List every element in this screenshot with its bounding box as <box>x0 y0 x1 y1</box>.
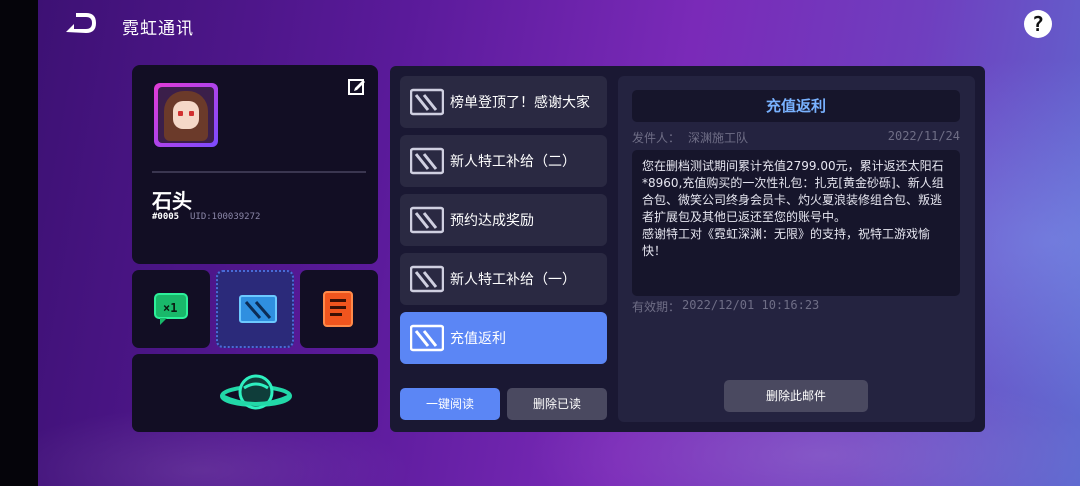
mail-item-label: 榜单登顶了！感谢大家 <box>450 95 590 111</box>
notebook-icon <box>323 291 353 327</box>
profile-divider <box>152 171 366 173</box>
player-uid: UID:100039272 <box>190 212 261 222</box>
mail-item[interactable]: 新人特工补给（二） <box>400 135 607 187</box>
svg-text:×1: ×1 <box>163 301 177 315</box>
mail-item[interactable]: 榜单登顶了！感谢大家 <box>400 76 607 128</box>
chat-tile[interactable]: ×1 <box>132 270 210 348</box>
profile-card: 石头 #0005 UID:100039272 <box>132 65 378 264</box>
mail-detail-title: 充值返利 <box>632 90 960 122</box>
player-name: 石头 <box>152 189 192 213</box>
mail-envelope-icon <box>239 295 277 323</box>
avatar[interactable] <box>154 83 218 147</box>
player-tag: #0005 <box>152 212 180 222</box>
back-arrow-icon[interactable] <box>64 12 96 34</box>
page-title: 霓虹通讯 <box>122 19 194 39</box>
sender-label: 发件人： <box>632 131 681 145</box>
edit-icon[interactable] <box>348 77 366 95</box>
mail-item-selected[interactable]: 充值返利 <box>400 312 607 364</box>
mail-envelope-icon <box>410 206 444 234</box>
mail-body: 您在删档测试期间累计充值2799.00元，累计返还太阳石*8960,充值购买的一… <box>632 150 960 296</box>
help-icon[interactable]: ? <box>1024 10 1052 38</box>
notebook-tile[interactable] <box>300 270 378 348</box>
mail-envelope-icon <box>410 147 444 175</box>
sender-name: 深渊施工队 <box>688 131 749 145</box>
delete-read-button[interactable]: 删除已读 <box>507 388 607 420</box>
mail-panel: 榜单登顶了！感谢大家 新人特工补给（二） 预约达成奖励 新人特工补给（一） 充值… <box>390 66 985 432</box>
planet-panel[interactable] <box>132 354 378 432</box>
mail-envelope-icon <box>410 88 444 116</box>
expiry-label: 有效期： <box>632 300 681 314</box>
mail-item-label: 新人特工补给（二） <box>450 154 576 170</box>
planet-icon <box>220 374 292 410</box>
mail-tile[interactable] <box>216 270 294 348</box>
delete-mail-button[interactable]: 删除此邮件 <box>724 380 868 412</box>
chat-icon: ×1 <box>154 293 188 325</box>
mail-item[interactable]: 预约达成奖励 <box>400 194 607 246</box>
mail-item-label: 预约达成奖励 <box>450 213 534 229</box>
read-all-button[interactable]: 一键阅读 <box>400 388 500 420</box>
mail-item[interactable]: 新人特工补给（一） <box>400 253 607 305</box>
mail-envelope-icon <box>410 324 444 352</box>
mail-date: 2022/11/24 <box>887 129 960 143</box>
expiry-value: 2022/12/01 10:16:23 <box>682 298 820 312</box>
mail-item-label: 新人特工补给（一） <box>450 272 576 288</box>
mail-item-label: 充值返利 <box>450 331 506 347</box>
mail-envelope-icon <box>410 265 444 293</box>
left-black-bar <box>0 0 38 486</box>
mail-detail: 充值返利 发件人： 深渊施工队 2022/11/24 您在删档测试期间累计充值2… <box>618 76 975 422</box>
